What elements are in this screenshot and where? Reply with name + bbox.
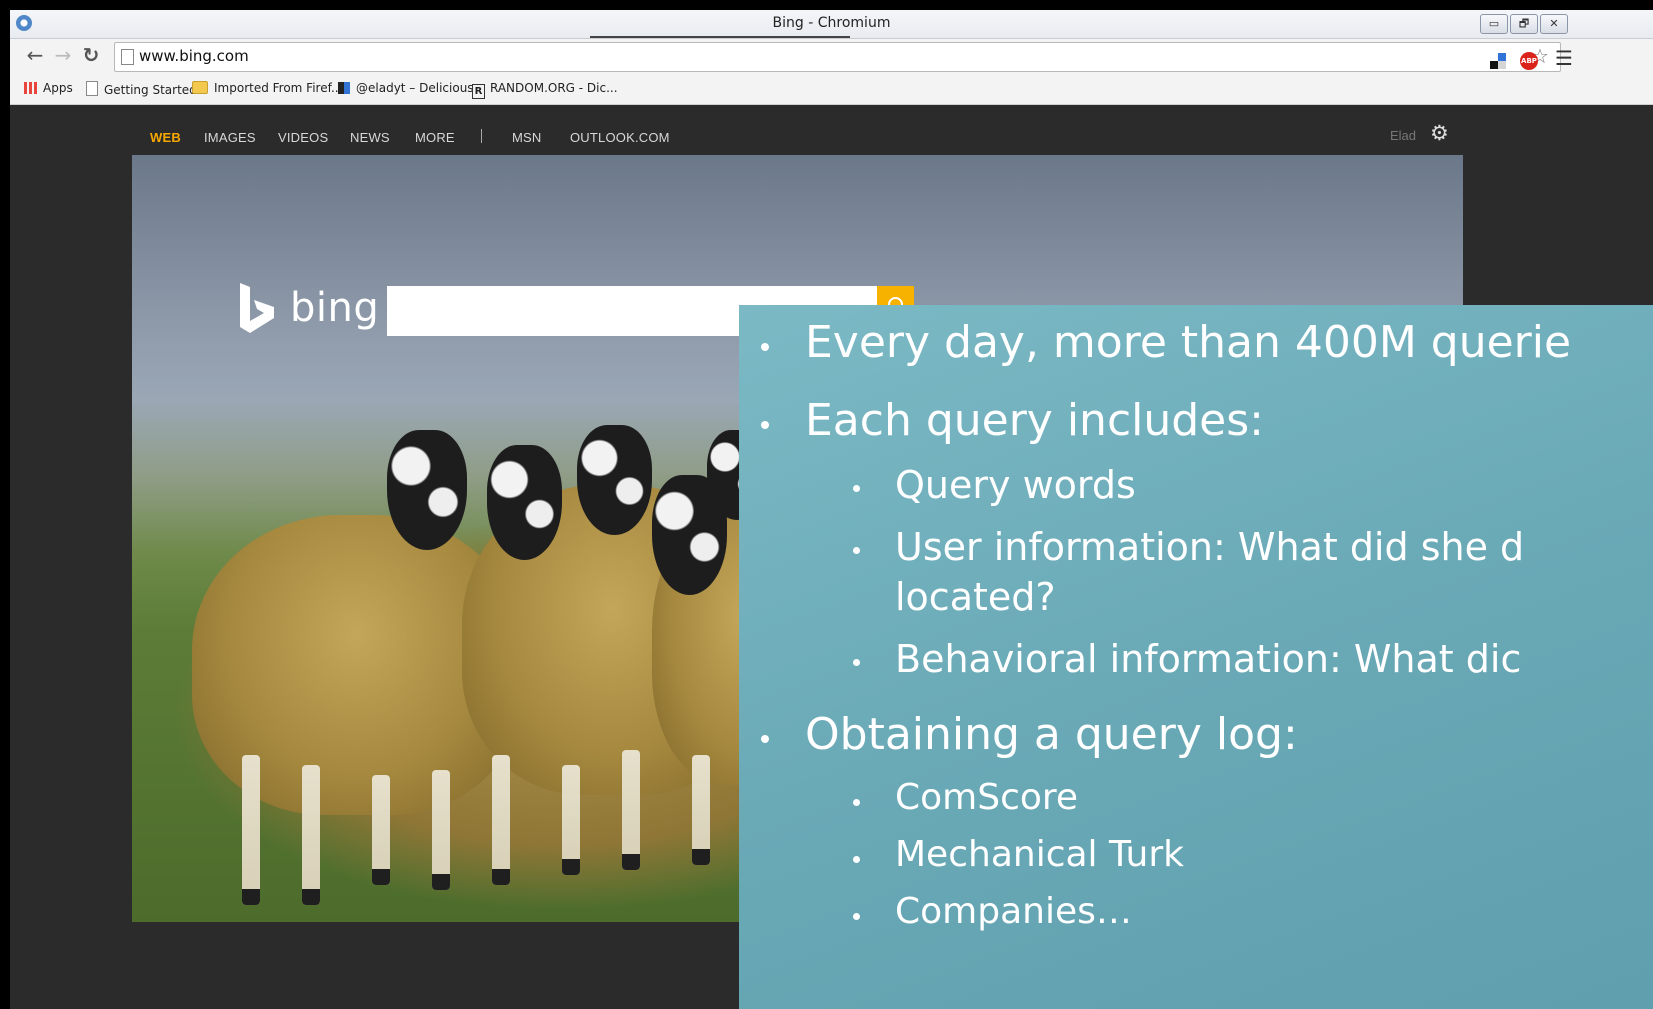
delicious-extension-icon[interactable] bbox=[1490, 53, 1506, 69]
page-icon bbox=[86, 81, 98, 96]
bookmark-delicious[interactable]: @eladyt – Delicious bbox=[338, 81, 474, 95]
presentation-slide-overlay: Every day, more than 400M querie Each qu… bbox=[739, 305, 1653, 1009]
sheep-head bbox=[387, 430, 467, 550]
folder-icon bbox=[192, 81, 208, 94]
browser-toolbar: ← → ↻ www.bing.com ☆ ABP ☰ bbox=[10, 39, 1653, 74]
sheep-leg bbox=[692, 755, 710, 865]
delicious-icon bbox=[338, 82, 350, 94]
nav-news[interactable]: NEWS bbox=[350, 130, 390, 145]
sheep-head bbox=[577, 425, 652, 535]
title-bar: Bing - Chromium ▭ 🗗 ✕ bbox=[10, 10, 1653, 39]
slide-sub-bullet-continuation: located? bbox=[895, 575, 1056, 619]
sheep-leg bbox=[302, 765, 320, 905]
forward-arrow-icon[interactable]: → bbox=[52, 43, 74, 67]
url-text[interactable]: www.bing.com bbox=[139, 47, 249, 65]
bookmark-label: Imported From Firef... bbox=[214, 81, 343, 95]
nav-msn[interactable]: MSN bbox=[512, 130, 542, 145]
sheep-leg bbox=[372, 775, 390, 885]
bookmark-random-org[interactable]: R RANDOM.ORG - Dic... bbox=[472, 81, 618, 99]
bullet-dot bbox=[761, 343, 769, 351]
bullet-dot bbox=[853, 485, 860, 492]
bullet-dot bbox=[761, 735, 769, 743]
bing-wordmark: bing bbox=[290, 285, 380, 331]
bookmark-apps[interactable]: Apps bbox=[24, 81, 73, 95]
nav-outlook[interactable]: OUTLOOK.COM bbox=[570, 130, 670, 145]
sheep-leg bbox=[492, 755, 510, 885]
apps-grid-icon bbox=[24, 82, 37, 94]
nav-more[interactable]: MORE bbox=[415, 130, 455, 145]
slide-sub-bullet: Mechanical Turk bbox=[895, 834, 1184, 875]
slide-bullet: Obtaining a query log: bbox=[805, 709, 1298, 760]
title-bar-tab-indicator bbox=[590, 36, 850, 38]
nav-images[interactable]: IMAGES bbox=[204, 130, 256, 145]
reload-icon[interactable]: ↻ bbox=[80, 43, 102, 67]
close-button[interactable]: ✕ bbox=[1540, 14, 1568, 34]
bookmark-label: @eladyt – Delicious bbox=[356, 81, 474, 95]
random-org-icon: R bbox=[472, 84, 485, 99]
nav-web[interactable]: WEB bbox=[150, 130, 181, 145]
sheep-leg bbox=[622, 750, 640, 870]
slide-bullet: Every day, more than 400M querie bbox=[805, 317, 1572, 368]
bookmark-label: RANDOM.ORG - Dic... bbox=[490, 81, 618, 95]
bing-b-icon bbox=[240, 283, 274, 333]
slide-sub-bullet: ComScore bbox=[895, 777, 1079, 818]
nav-divider bbox=[481, 129, 482, 143]
sheep-leg bbox=[242, 755, 260, 905]
minimize-button[interactable]: ▭ bbox=[1480, 14, 1508, 34]
adblock-plus-icon[interactable]: ABP bbox=[1520, 52, 1538, 70]
bullet-dot bbox=[853, 913, 860, 920]
bookmark-label: Getting Started bbox=[104, 83, 197, 97]
restore-button[interactable]: 🗗 bbox=[1510, 14, 1538, 34]
bookmarks-bar: Apps Getting Started Imported From Firef… bbox=[10, 74, 1653, 105]
slide-sub-bullet: Query words bbox=[895, 463, 1136, 507]
bullet-dot bbox=[853, 856, 860, 863]
user-name[interactable]: Elad bbox=[1390, 128, 1416, 143]
bullet-dot bbox=[853, 547, 860, 554]
sheep-head bbox=[487, 445, 562, 560]
bookmark-label: Apps bbox=[43, 81, 73, 95]
bullet-dot bbox=[761, 421, 769, 429]
page-icon bbox=[121, 49, 134, 65]
sheep-leg bbox=[432, 770, 450, 890]
back-arrow-icon[interactable]: ← bbox=[24, 43, 46, 67]
nav-videos[interactable]: VIDEOS bbox=[278, 130, 328, 145]
sheep-leg bbox=[562, 765, 580, 875]
bookmark-imported-folder[interactable]: Imported From Firef... bbox=[192, 81, 342, 95]
slide-sub-bullet: Behavioral information: What dic bbox=[895, 637, 1522, 681]
gear-icon[interactable]: ⚙ bbox=[1430, 121, 1449, 145]
chrome-menu-icon[interactable]: ☰ bbox=[1555, 46, 1573, 70]
bullet-dot bbox=[853, 799, 860, 806]
slide-sub-bullet: User information: What did she d bbox=[895, 525, 1525, 569]
window-title: Bing - Chromium bbox=[772, 15, 891, 31]
slide-sub-bullet: Companies… bbox=[895, 891, 1132, 932]
address-bar[interactable]: www.bing.com ☆ bbox=[114, 42, 1561, 72]
bullet-dot bbox=[853, 659, 860, 666]
bookmark-getting-started[interactable]: Getting Started bbox=[86, 81, 197, 97]
slide-bullet: Each query includes: bbox=[805, 395, 1264, 446]
